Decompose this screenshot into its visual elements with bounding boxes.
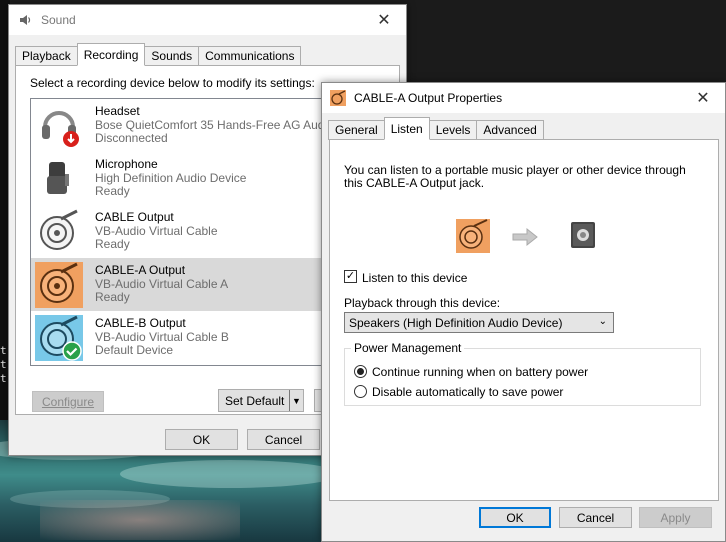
tab-playback[interactable]: Playback	[15, 46, 78, 66]
microphone-icon	[47, 162, 69, 194]
tab-levels[interactable]: Levels	[428, 120, 478, 140]
speaker-icon	[20, 15, 31, 25]
tab-general[interactable]: General	[328, 120, 385, 140]
device-name: CABLE-B Output	[95, 316, 186, 330]
cable-a-icon	[35, 262, 83, 308]
device-name: Headset	[95, 104, 140, 118]
chevron-down-icon: ⌄	[598, 316, 607, 327]
radio-label: Disable automatically to save power	[372, 385, 564, 399]
listen-checkbox[interactable]: ✓	[344, 270, 357, 283]
device-description: VB-Audio Virtual Cable A	[95, 277, 229, 291]
device-description: VB-Audio Virtual Cable	[95, 224, 218, 238]
terminal-text: t t t	[0, 344, 7, 385]
speaker-device-icon	[571, 222, 595, 248]
close-icon[interactable]: ✕	[681, 83, 725, 113]
power-management-group: Power Management Continue running when o…	[344, 341, 701, 406]
device-name: CABLE Output	[95, 210, 174, 224]
cable-b-icon	[35, 315, 83, 361]
sound-tabs: Playback Recording Sounds Communications	[9, 43, 406, 66]
close-icon[interactable]: ✕	[362, 5, 406, 35]
cancel-button[interactable]: Cancel	[559, 507, 632, 528]
device-cable-a-output[interactable]: CABLE-A Output VB-Audio Virtual Cable A …	[31, 258, 351, 311]
dropdown-arrow-icon[interactable]: ▼	[289, 390, 303, 411]
device-description: Bose QuietComfort 35 Hands-Free AG Audio	[95, 118, 334, 132]
radio-label: Continue running when on battery power	[372, 365, 589, 379]
sound-titlebar[interactable]: Sound ✕	[9, 5, 406, 35]
cancel-button[interactable]: Cancel	[247, 429, 320, 450]
device-microphone[interactable]: Microphone High Definition Audio Device …	[31, 152, 351, 205]
device-status: Ready	[95, 184, 130, 198]
device-status: Ready	[95, 237, 130, 251]
cable-a-icon	[330, 90, 346, 106]
set-default-button[interactable]: Set Default ▼	[218, 389, 304, 412]
device-status: Ready	[95, 290, 130, 304]
configure-button[interactable]: Configure	[32, 391, 104, 412]
power-management-label: Power Management	[351, 341, 465, 355]
radio-continue-running[interactable]	[354, 365, 367, 378]
listen-pane: You can listen to a portable music playe…	[329, 139, 719, 501]
listen-checkbox-label: Listen to this device	[362, 271, 468, 285]
device-name: Microphone	[95, 157, 158, 171]
listen-description: You can listen to a portable music playe…	[344, 163, 686, 190]
device-cable-b-output[interactable]: CABLE-B Output VB-Audio Virtual Cable B …	[31, 311, 351, 364]
tab-sounds[interactable]: Sounds	[144, 46, 200, 66]
headset-icon	[42, 111, 79, 147]
tab-advanced[interactable]: Advanced	[476, 120, 544, 140]
properties-tabs: General Listen Levels Advanced	[322, 117, 725, 140]
tab-recording[interactable]: Recording	[76, 43, 146, 66]
instruction-text: Select a recording device below to modif…	[30, 76, 315, 90]
ok-button[interactable]: OK	[165, 429, 238, 450]
device-status: Disconnected	[95, 131, 168, 145]
properties-title: CABLE-A Output Properties	[354, 91, 503, 105]
device-cable-output[interactable]: CABLE Output VB-Audio Virtual Cable Read…	[31, 205, 351, 258]
device-description: VB-Audio Virtual Cable B	[95, 330, 229, 344]
ok-button[interactable]: OK	[479, 507, 551, 528]
cable-icon	[40, 209, 78, 250]
tab-communications[interactable]: Communications	[198, 46, 302, 66]
radio-disable-automatically[interactable]	[354, 385, 367, 398]
device-headset[interactable]: Headset Bose QuietComfort 35 Hands-Free …	[31, 99, 351, 152]
device-status: Default Device	[95, 343, 174, 357]
arrow-right-icon	[512, 227, 538, 247]
playback-device-select[interactable]: Speakers (High Definition Audio Device) …	[344, 312, 614, 333]
apply-button[interactable]: Apply	[639, 507, 712, 528]
cable-a-icon	[456, 219, 490, 253]
device-name: CABLE-A Output	[95, 263, 186, 277]
properties-window: CABLE-A Output Properties ✕ General List…	[321, 82, 726, 542]
tab-listen[interactable]: Listen	[383, 117, 430, 140]
sound-title: Sound	[41, 13, 76, 27]
playback-label: Playback through this device:	[344, 296, 501, 310]
properties-titlebar[interactable]: CABLE-A Output Properties ✕	[322, 83, 725, 113]
device-description: High Definition Audio Device	[95, 171, 247, 185]
